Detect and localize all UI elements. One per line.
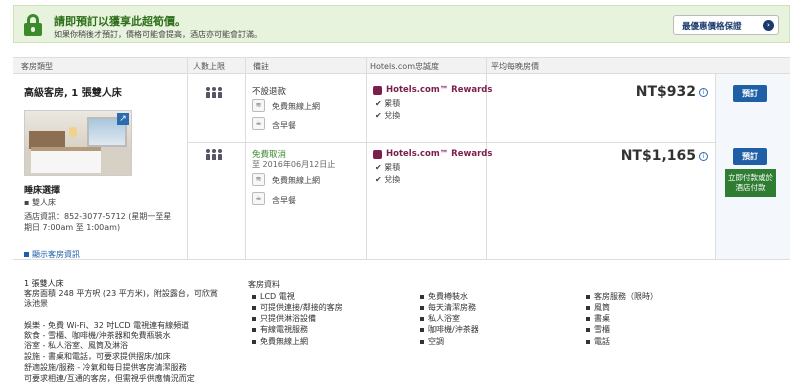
header-notes: 備註 [253,62,269,71]
hotels-rewards-icon [373,150,382,159]
details-line: 娛樂 - 免費 Wi-Fi、32 吋LCD 電視連有線頻道 [24,321,190,330]
banner-subtitle: 如果你稍後才預訂，價格可能會提高，酒店亦可能會訂滿。 [54,30,262,39]
amenity-wifi: 免費無線上網 [272,102,320,111]
rewards-redeem: ✔ 兌換 [375,111,401,120]
hotels-rewards-icon [373,86,382,95]
feature-item: 免費樽裝水 [420,291,468,302]
price-alert-banner: 請即預訂以獲享此超筍價。 如果你稍後才預訂，價格可能會提高，酒店亦可能會訂滿。 … [13,5,790,43]
wifi-icon: ≋ [252,173,265,186]
info-icon[interactable]: i [699,88,708,97]
square-icon [24,252,29,257]
guarantee-label: 最優惠價格保證 [682,22,742,32]
bed-choice-item: ▪ 雙人床 [24,198,56,207]
details-line: 飲食 - 雪櫃、咖啡機/沖茶器和免費瓶裝水 [24,331,171,340]
chevron-right-icon: › [763,20,774,31]
divider [245,57,246,259]
feature-item: 電話 [586,336,610,347]
feature-item: 只提供淋浴設備 [252,313,316,324]
features-heading: 客房資料 [248,280,280,289]
info-icon[interactable]: i [699,152,708,161]
feature-item: 雪櫃 [586,324,610,335]
details-line: 設施 - 書桌和電話，可要求提供摺床/加床 [24,352,171,361]
divider [366,57,367,259]
room-title: 高級客房, 1 張雙人床 [24,88,122,99]
banner-title: 請即預訂以獲享此超筍價。 [54,15,186,28]
breakfast-icon: ☕ [252,192,265,205]
header-max-guests: 人數上限 [193,62,225,71]
amenity-breakfast: 含早餐 [272,121,296,130]
divider [187,57,188,259]
book-button[interactable]: 預訂 [733,148,767,165]
expand-photo-icon[interactable]: ↗ [117,113,129,125]
payment-option-note: 立即付款或於酒店付款 [725,169,776,197]
details-size: 客房面積 248 平方呎 (23 平方米)，附設露台，可欣賞 [24,289,218,298]
feature-item: LCD 電視 [252,291,295,302]
show-room-info-link[interactable]: 顯示客房資訊 [24,249,80,260]
feature-item: 書桌 [586,313,610,324]
room-photo[interactable]: ↗ [24,110,132,176]
feature-item: 咖啡機/沖茶器 [420,324,479,335]
details-size-cont: 泳池景 [24,299,48,308]
bed-choice-label: 睡床選擇 [24,186,61,196]
feature-item: 有線電視服務 [252,324,308,335]
rate-price: NT$1,165 [620,148,696,164]
hotel-info: 酒店資訊：852-3077-5712 (星期一至星期日 7:00am 至 1:0… [24,212,172,232]
rate-price: NT$932 [635,84,696,100]
header-room-type: 客房類型 [21,62,53,71]
header-avg-price: 平均每晚房價 [491,62,539,71]
rewards-redeem: ✔ 兌換 [375,175,401,184]
best-price-guarantee-button[interactable]: 最優惠價格保證 › [673,15,779,35]
cancel-deadline: 至 2016年06月12日止 [252,160,336,169]
book-button[interactable]: 預訂 [733,85,767,102]
feature-item: 空調 [420,336,444,347]
guests-icon [206,149,224,161]
divider [13,259,790,260]
rate-condition: 不設退款 [252,87,287,97]
breakfast-icon: ☕ [252,117,265,130]
rewards-earn: ✔ 累積 [375,99,401,108]
rewards-earn: ✔ 累積 [375,163,401,172]
feature-item: 風筒 [586,302,610,313]
amenity-breakfast: 含早餐 [272,196,296,205]
rewards-label: Hotels.com™ Rewards [386,85,493,95]
feature-item: 客房服務（限時） [586,291,658,302]
lock-icon [24,14,42,36]
rewards-label: Hotels.com™ Rewards [386,149,493,159]
details-line: 舒適設施/服務 - 冷氣和每日提供客房清潔服務 [24,363,187,372]
header-loyalty: Hotels.com忠誠度 [370,62,439,71]
details-line: 浴室 - 私人浴室、風筒及淋浴 [24,341,128,350]
table-header: 客房類型 人數上限 備註 Hotels.com忠誠度 平均每晚房價 [13,57,790,74]
guests-icon [206,87,224,99]
feature-item: 私人浴室 [420,313,460,324]
feature-item: 可提供連接/鄰接的客房 [252,302,343,313]
divider [187,142,790,143]
amenity-wifi: 免費無線上網 [272,176,320,185]
wifi-icon: ≋ [252,99,265,112]
feature-item: 每天清潔房務 [420,302,476,313]
feature-item: 免費無線上網 [252,336,308,347]
details-title: 1 張雙人床 [24,279,64,288]
details-line: 可要求相連/互通的客房，但需視乎供應情況而定 [24,374,195,383]
